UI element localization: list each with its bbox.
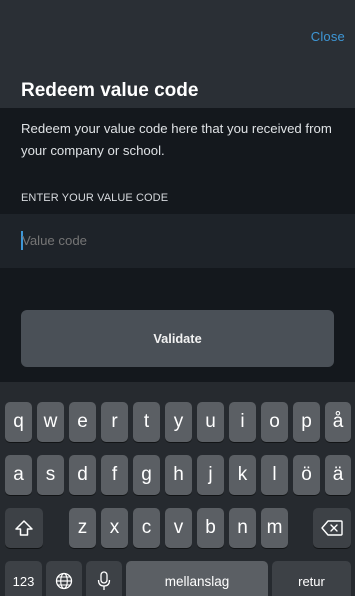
dictation-key[interactable] xyxy=(86,561,122,596)
backspace-icon xyxy=(321,520,343,536)
key-v[interactable]: v xyxy=(165,508,192,548)
key-k[interactable]: k xyxy=(229,455,256,495)
key-r[interactable]: r xyxy=(101,402,128,442)
key-e[interactable]: e xyxy=(69,402,96,442)
key-o[interactable]: o xyxy=(261,402,288,442)
microphone-icon xyxy=(97,571,111,591)
key-a-umlaut[interactable]: ä xyxy=(325,455,351,495)
key-p[interactable]: p xyxy=(293,402,320,442)
key-f[interactable]: f xyxy=(101,455,128,495)
close-button[interactable]: Close xyxy=(311,29,345,44)
key-q[interactable]: q xyxy=(5,402,32,442)
page-title: Redeem value code xyxy=(21,80,199,101)
key-s[interactable]: s xyxy=(37,455,64,495)
key-x[interactable]: x xyxy=(101,508,128,548)
key-l[interactable]: l xyxy=(261,455,288,495)
key-b[interactable]: b xyxy=(197,508,224,548)
key-o-umlaut[interactable]: ö xyxy=(293,455,320,495)
key-aring[interactable]: å xyxy=(325,402,351,442)
key-c[interactable]: c xyxy=(133,508,160,548)
key-t[interactable]: t xyxy=(133,402,160,442)
key-m[interactable]: m xyxy=(261,508,288,548)
key-g[interactable]: g xyxy=(133,455,160,495)
key-u[interactable]: u xyxy=(197,402,224,442)
key-j[interactable]: j xyxy=(197,455,224,495)
numbers-key[interactable]: 123 xyxy=(5,561,42,596)
page-description: Redeem your value code here that you rec… xyxy=(21,121,332,158)
shift-icon xyxy=(15,520,33,536)
globe-key[interactable] xyxy=(46,561,82,596)
shift-key[interactable] xyxy=(5,508,43,548)
key-a[interactable]: a xyxy=(5,455,32,495)
space-key[interactable]: mellanslag xyxy=(126,561,268,596)
globe-icon xyxy=(55,572,73,590)
backspace-key[interactable] xyxy=(313,508,351,548)
key-n[interactable]: n xyxy=(229,508,256,548)
validate-button[interactable]: Validate xyxy=(21,310,334,367)
key-h[interactable]: h xyxy=(165,455,192,495)
key-y[interactable]: y xyxy=(165,402,192,442)
key-d[interactable]: d xyxy=(69,455,96,495)
return-key[interactable]: retur xyxy=(272,561,351,596)
key-w[interactable]: w xyxy=(37,402,64,442)
key-z[interactable]: z xyxy=(69,508,96,548)
on-screen-keyboard: q w e r t y u i o p å a s d f g h j k l … xyxy=(0,382,355,596)
value-code-input[interactable] xyxy=(22,233,322,248)
code-field-label: ENTER YOUR VALUE CODE xyxy=(21,192,169,204)
key-i[interactable]: i xyxy=(229,402,256,442)
